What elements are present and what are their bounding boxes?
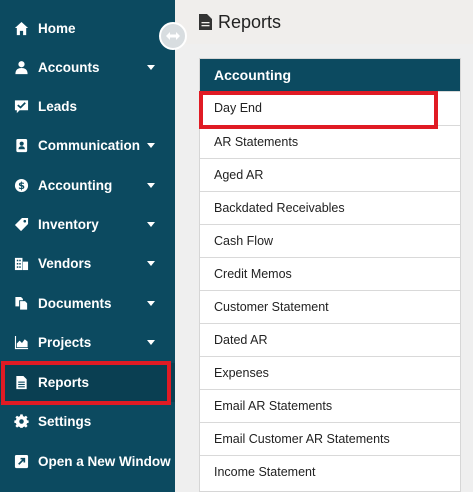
chevron-down-icon[interactable] <box>147 222 155 227</box>
sidebar-item-communication[interactable]: Communication <box>0 126 175 165</box>
double-arrow-icon <box>166 32 180 40</box>
check-message-icon <box>13 99 29 115</box>
page-header: Reports <box>175 0 473 44</box>
panel-header: Accounting <box>200 59 460 91</box>
chevron-down-icon[interactable] <box>147 301 155 306</box>
report-item-ar-statements[interactable]: AR Statements <box>200 125 460 158</box>
sidebar-item-reports[interactable]: Reports <box>0 363 175 402</box>
chevron-down-icon[interactable] <box>147 65 155 70</box>
report-item-backdated-receivables[interactable]: Backdated Receivables <box>200 191 460 224</box>
sidebar-item-settings[interactable]: Settings <box>0 402 175 441</box>
sidebar-item-label: Inventory <box>38 217 99 232</box>
sidebar-item-leads[interactable]: Leads <box>0 87 175 126</box>
sidebar-item-label: Projects <box>38 335 92 350</box>
chevron-down-icon[interactable] <box>147 143 155 148</box>
main-content: Reports Accounting Day End AR Statements… <box>175 0 473 492</box>
tag-icon <box>13 217 29 233</box>
sidebar-item-accounting[interactable]: $ Accounting <box>0 166 175 205</box>
chevron-down-icon[interactable] <box>147 340 155 345</box>
sidebar: Home Accounts Leads Communication $ Acco… <box>0 0 175 492</box>
chevron-down-icon[interactable] <box>147 183 155 188</box>
report-item-cash-flow[interactable]: Cash Flow <box>200 224 460 257</box>
external-link-icon <box>13 454 29 470</box>
report-item-day-end[interactable]: Day End <box>200 91 460 124</box>
sidebar-item-label: Open a New Window <box>38 454 171 469</box>
sidebar-item-label: Settings <box>38 414 92 429</box>
accounting-reports-panel: Accounting Day End AR Statements Aged AR… <box>199 58 461 492</box>
sidebar-item-accounts[interactable]: Accounts <box>0 48 175 87</box>
user-icon <box>13 60 29 76</box>
sidebar-item-label: Vendors <box>38 256 92 271</box>
building-icon <box>13 256 29 272</box>
sidebar-item-inventory[interactable]: Inventory <box>0 205 175 244</box>
report-item-expenses[interactable]: Expenses <box>200 356 460 389</box>
sidebar-item-label: Reports <box>38 375 90 390</box>
document-icon <box>13 375 29 391</box>
home-icon <box>13 21 29 37</box>
sidebar-collapse-toggle[interactable] <box>159 22 187 50</box>
report-item-income-statement[interactable]: Income Statement <box>200 455 460 488</box>
chevron-down-icon[interactable] <box>147 261 155 266</box>
sidebar-item-label: Documents <box>38 296 112 311</box>
sidebar-item-label: Accounting <box>38 178 113 193</box>
sidebar-item-vendors[interactable]: Vendors <box>0 244 175 283</box>
area-chart-icon <box>13 335 29 351</box>
sidebar-item-label: Communication <box>38 138 141 153</box>
sidebar-item-label: Accounts <box>38 60 100 75</box>
contact-book-icon <box>13 138 29 154</box>
sidebar-item-label: Home <box>38 21 76 36</box>
gear-icon <box>13 414 29 430</box>
report-item-aged-ar[interactable]: Aged AR <box>200 158 460 191</box>
files-icon <box>13 296 29 312</box>
report-item-credit-memos[interactable]: Credit Memos <box>200 257 460 290</box>
page-title: Reports <box>218 11 282 32</box>
svg-text:$: $ <box>18 181 25 192</box>
sidebar-item-label: Leads <box>38 99 78 114</box>
sidebar-item-documents[interactable]: Documents <box>0 284 175 323</box>
sidebar-item-open-new-window[interactable]: Open a New Window <box>0 442 175 481</box>
sidebar-item-projects[interactable]: Projects <box>0 323 175 362</box>
dollar-circle-icon: $ <box>13 178 29 194</box>
report-item-dated-ar[interactable]: Dated AR <box>200 323 460 356</box>
report-item-customer-statement[interactable]: Customer Statement <box>200 290 460 323</box>
sidebar-item-home[interactable]: Home <box>0 9 175 48</box>
report-item-email-customer-ar-statements[interactable]: Email Customer AR Statements <box>200 422 460 455</box>
report-item-email-ar-statements[interactable]: Email AR Statements <box>200 389 460 422</box>
document-icon <box>199 14 212 30</box>
